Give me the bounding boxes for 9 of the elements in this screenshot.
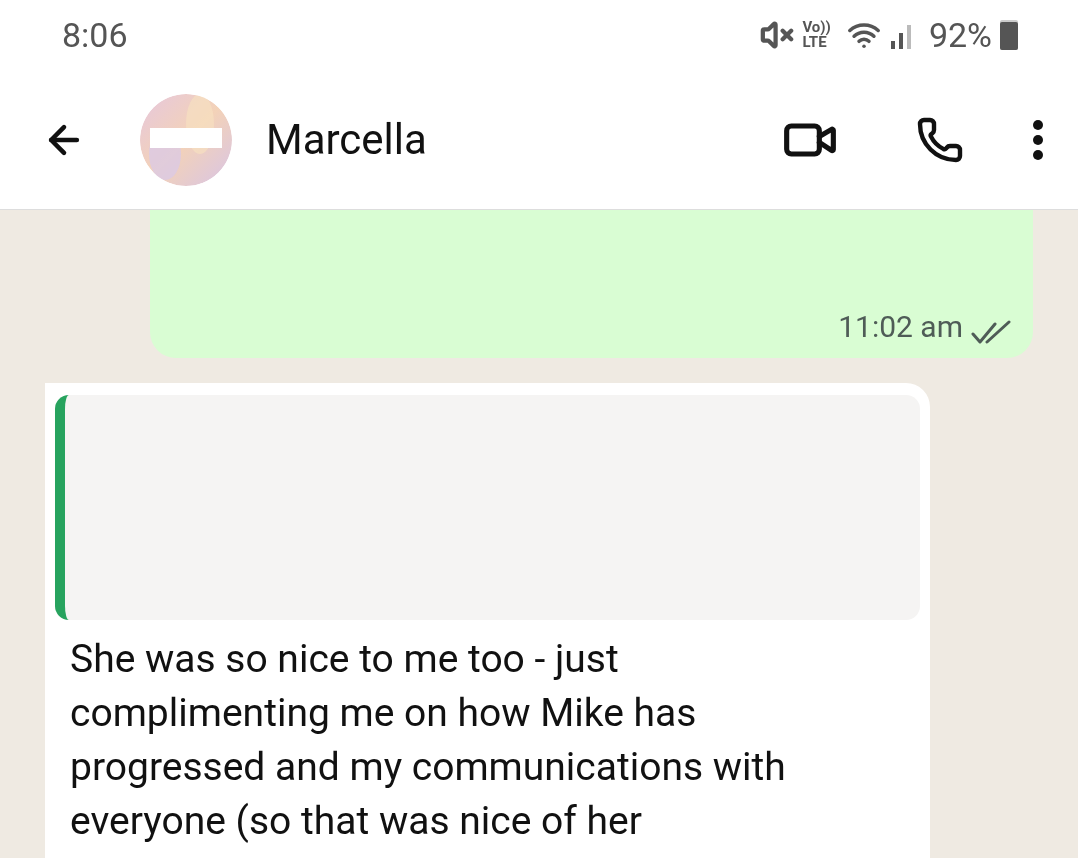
message-time: 11:02 am	[838, 312, 963, 346]
battery-percent: 92%	[928, 13, 992, 57]
contact-name[interactable]: Marcella	[266, 108, 427, 171]
status-time: 8:06	[62, 13, 128, 57]
phone-icon	[916, 115, 964, 164]
menu-icon	[1032, 118, 1044, 161]
message-text: She was so nice to me too - just complimenting me on how Mike has progressed and my communications with everyone (so that was nice of her	[70, 635, 787, 846]
volte-indicator: Vo)) LTE	[802, 20, 831, 50]
battery-icon	[1000, 20, 1018, 50]
